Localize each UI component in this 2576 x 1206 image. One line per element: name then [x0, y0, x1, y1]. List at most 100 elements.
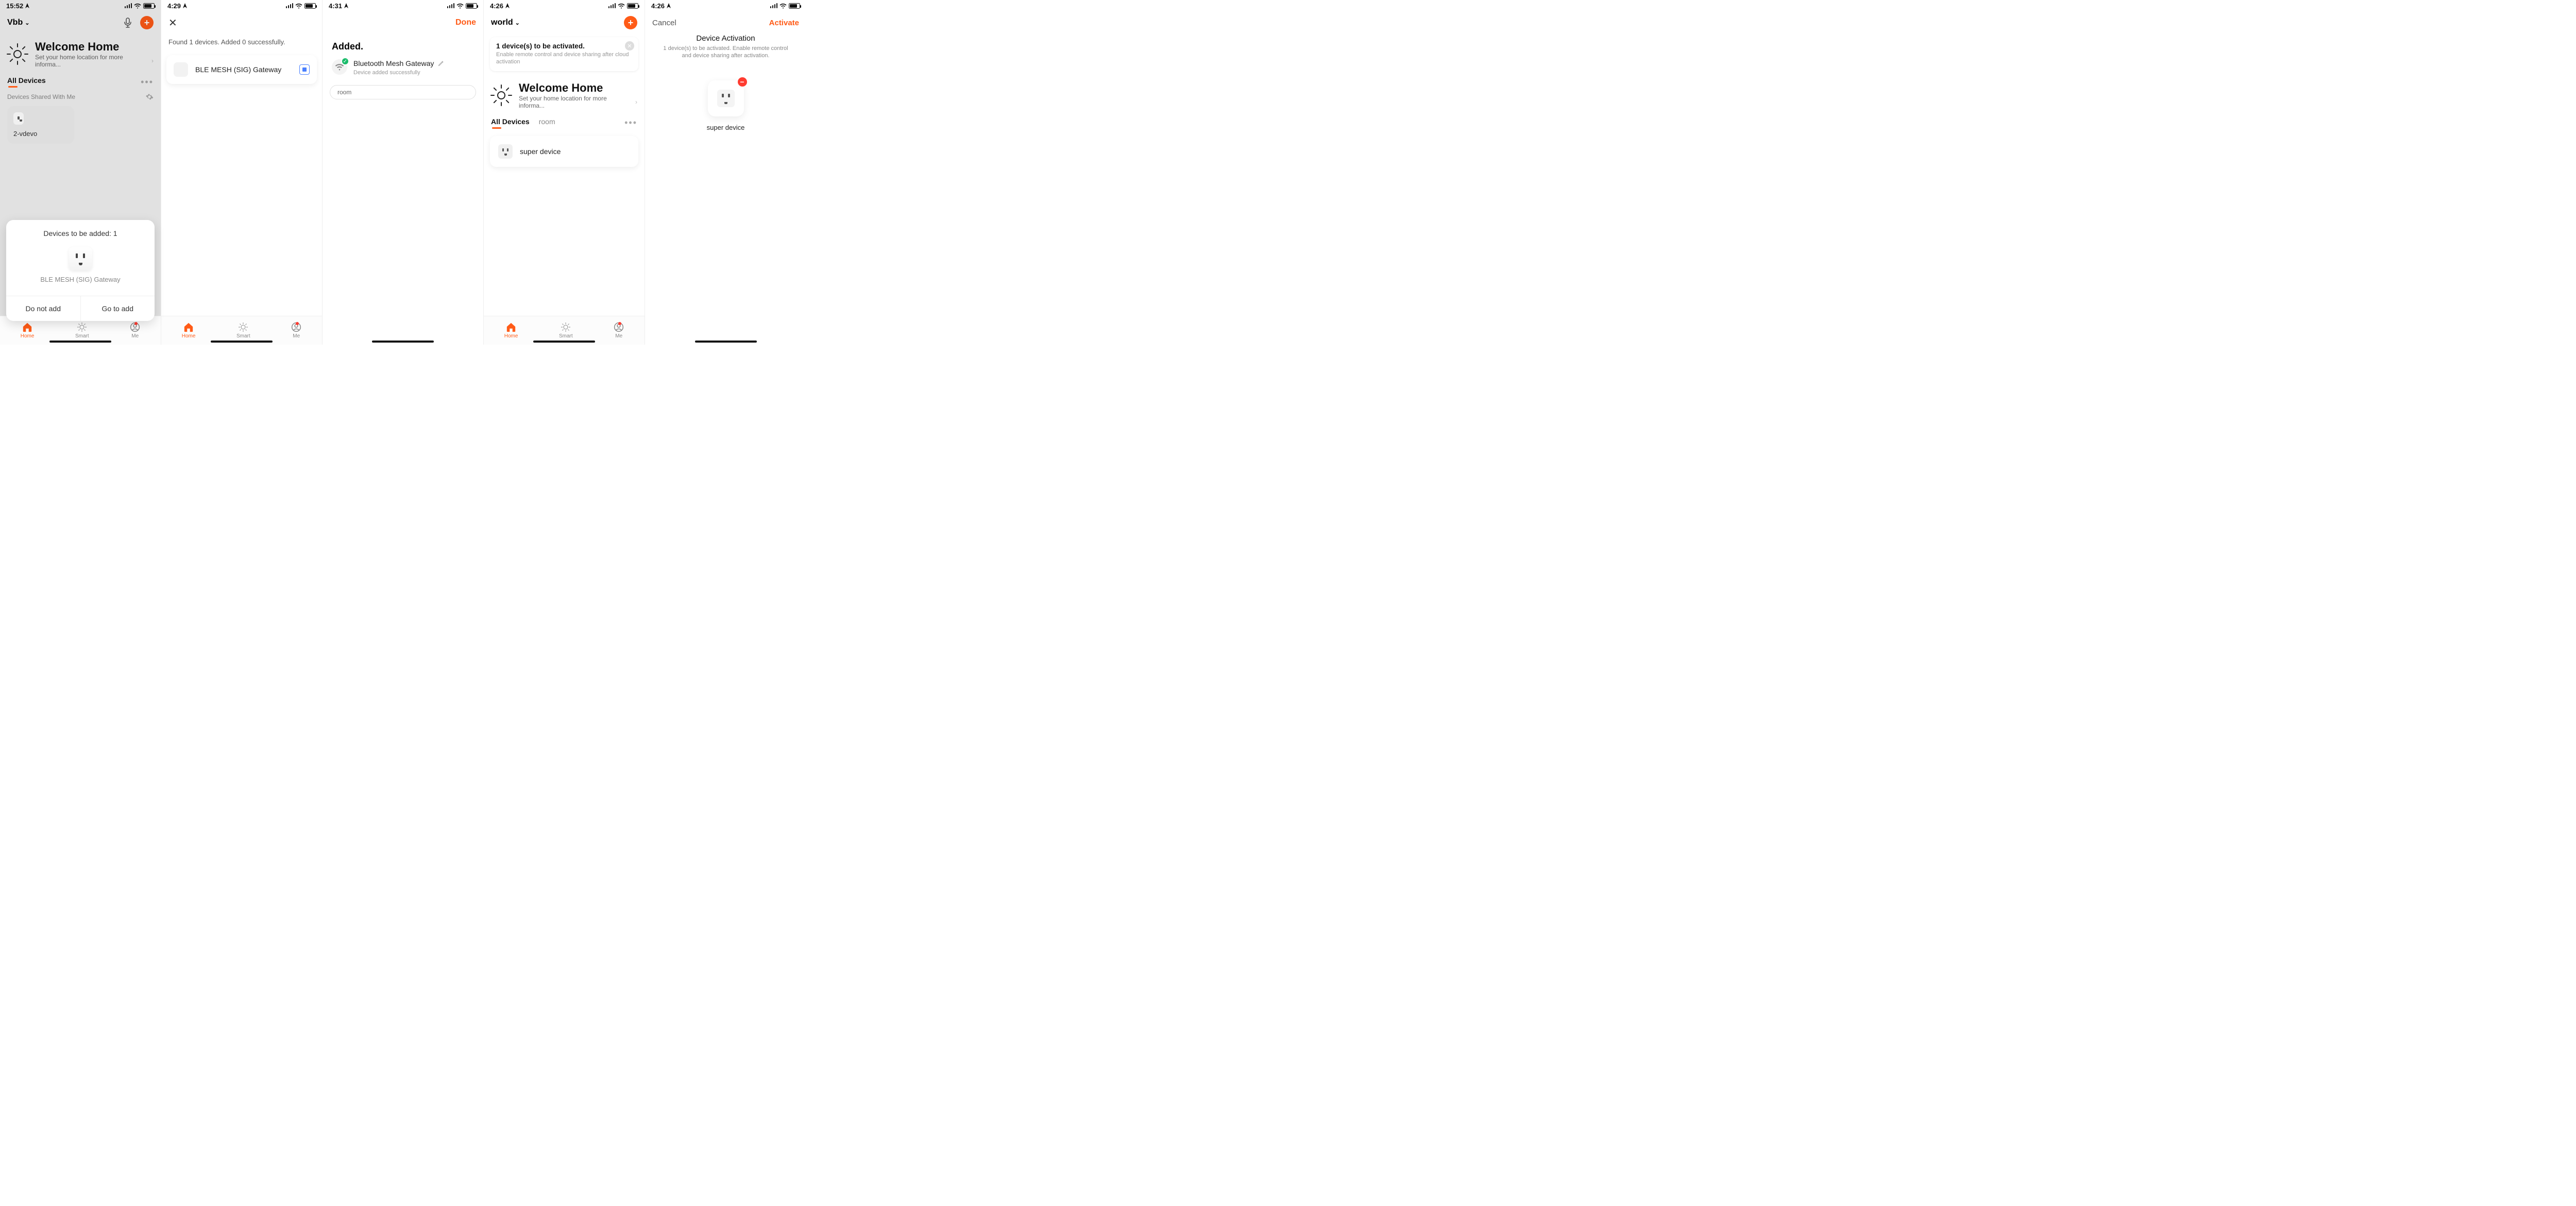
tab-all-devices[interactable]: All Devices — [7, 76, 46, 88]
home-indicator[interactable] — [49, 341, 111, 343]
device-icon-box: − — [708, 80, 744, 116]
signal-icon — [608, 3, 616, 8]
home-icon — [22, 322, 33, 332]
status-bar: 4:26 — [484, 0, 645, 11]
device-tile[interactable]: 2-vdevo — [7, 106, 74, 144]
status-bar: 15:52 — [0, 0, 161, 11]
chevron-down-icon: ⌄ — [25, 20, 29, 26]
home-indicator[interactable] — [211, 341, 273, 343]
activation-banner[interactable]: 1 device(s) to be activated. Enable remo… — [490, 37, 638, 71]
add-devices-sheet: Devices to be added: 1 BLE MESH (SIG) Ga… — [6, 220, 155, 321]
tab-me[interactable]: Me — [614, 322, 624, 339]
category-tabs: All Devices ••• — [0, 71, 161, 90]
check-icon: ✓ — [341, 57, 349, 65]
welcome-title: Welcome Home — [35, 40, 154, 54]
home-icon — [183, 322, 194, 332]
home-selector[interactable]: Vbb ⌄ — [7, 18, 29, 27]
category-tabs: All Devices room ••• — [484, 112, 645, 131]
signal-icon — [286, 3, 294, 8]
home-selector[interactable]: world ⌄ — [491, 18, 520, 27]
nav-row: Done — [323, 11, 483, 34]
tab-home[interactable]: Home — [21, 322, 35, 339]
shared-label: Devices Shared With Me — [7, 93, 75, 100]
do-not-add-button[interactable]: Do not add — [6, 296, 80, 321]
go-to-add-button[interactable]: Go to add — [80, 296, 155, 321]
tab-me[interactable]: Me — [130, 322, 140, 339]
location-icon — [344, 3, 349, 8]
device-thumb — [174, 62, 188, 77]
edit-icon[interactable] — [438, 60, 444, 66]
done-button[interactable]: Done — [455, 18, 476, 27]
status-time: 4:26 — [490, 2, 503, 10]
signal-icon — [447, 3, 455, 8]
tab-smart[interactable]: Smart — [236, 322, 250, 339]
device-name: super device — [520, 147, 561, 156]
tab-room[interactable]: room — [539, 117, 555, 129]
activation-sub: 1 device(s) to be activated. Enable remo… — [660, 45, 791, 60]
welcome-block: Welcome Home Set your home location for … — [484, 75, 645, 112]
signal-icon — [125, 3, 132, 8]
connection-icon — [299, 64, 310, 75]
nav-row: ✕ — [161, 11, 322, 34]
close-button[interactable]: ✕ — [168, 16, 177, 29]
plug-icon — [498, 144, 513, 159]
smart-icon — [238, 322, 248, 332]
tab-smart[interactable]: Smart — [75, 322, 89, 339]
add-button[interactable]: + — [624, 16, 637, 29]
tab-smart[interactable]: Smart — [559, 322, 573, 339]
status-bar: 4:29 — [161, 0, 322, 11]
wifi-icon — [618, 3, 625, 9]
more-icon[interactable]: ••• — [624, 117, 637, 128]
found-summary: Found 1 devices. Added 0 successfully. — [161, 34, 322, 50]
battery-icon — [627, 3, 638, 9]
mic-icon[interactable] — [121, 15, 135, 30]
device-row[interactable]: BLE MESH (SIG) Gateway — [166, 55, 317, 84]
banner-title: 1 device(s) to be activated. — [496, 42, 632, 50]
home-indicator[interactable] — [372, 341, 434, 343]
home-indicator[interactable] — [533, 341, 595, 343]
battery-icon — [466, 3, 477, 9]
tab-all-devices[interactable]: All Devices — [491, 117, 530, 129]
home-name: world — [491, 18, 513, 27]
home-icon — [505, 322, 517, 332]
device-card[interactable]: super device — [490, 136, 638, 167]
welcome-subtitle[interactable]: Set your home location for more informa.… — [35, 54, 154, 68]
status-time: 4:29 — [167, 2, 181, 10]
battery-icon — [143, 3, 155, 9]
battery-icon — [304, 3, 316, 9]
status-time: 15:52 — [6, 2, 23, 10]
chevron-down-icon: ⌄ — [515, 20, 520, 26]
wifi-icon — [779, 3, 787, 9]
home-header: world ⌄ + — [484, 11, 645, 34]
smart-icon — [561, 322, 571, 332]
banner-close-icon[interactable]: ✕ — [625, 41, 634, 50]
remove-icon[interactable]: − — [738, 77, 747, 87]
status-bar: 4:26 — [645, 0, 806, 11]
chevron-right-icon: › — [635, 98, 637, 106]
home-name: Vbb — [7, 18, 23, 27]
tab-home[interactable]: Home — [504, 322, 518, 339]
gear-icon[interactable] — [145, 93, 154, 101]
device-tile-name: 2-vdevo — [13, 130, 68, 138]
room-chip[interactable]: room — [330, 85, 476, 99]
cancel-button[interactable]: Cancel — [652, 19, 676, 27]
more-icon[interactable]: ••• — [141, 77, 154, 88]
sheet-device-icon — [69, 247, 92, 270]
shared-section: Devices Shared With Me — [0, 90, 161, 104]
sheet-device-name: BLE MESH (SIG) Gateway — [12, 276, 148, 283]
add-button[interactable]: + — [140, 16, 154, 29]
weather-icon — [7, 44, 28, 64]
home-indicator[interactable] — [695, 341, 757, 343]
activate-button[interactable]: Activate — [769, 19, 799, 27]
tab-home[interactable]: Home — [182, 322, 196, 339]
banner-sub: Enable remote control and device sharing… — [496, 51, 632, 66]
weather-icon — [491, 85, 512, 106]
activation-device: − super device — [645, 80, 806, 131]
wifi-icon — [456, 3, 464, 9]
location-icon — [505, 3, 511, 8]
tab-me[interactable]: Me — [291, 322, 301, 339]
welcome-subtitle[interactable]: Set your home location for more informa.… — [519, 95, 637, 109]
nav-row: Cancel Activate — [645, 11, 806, 34]
battery-icon — [789, 3, 800, 9]
added-device-sub: Device added successfully — [353, 70, 474, 76]
